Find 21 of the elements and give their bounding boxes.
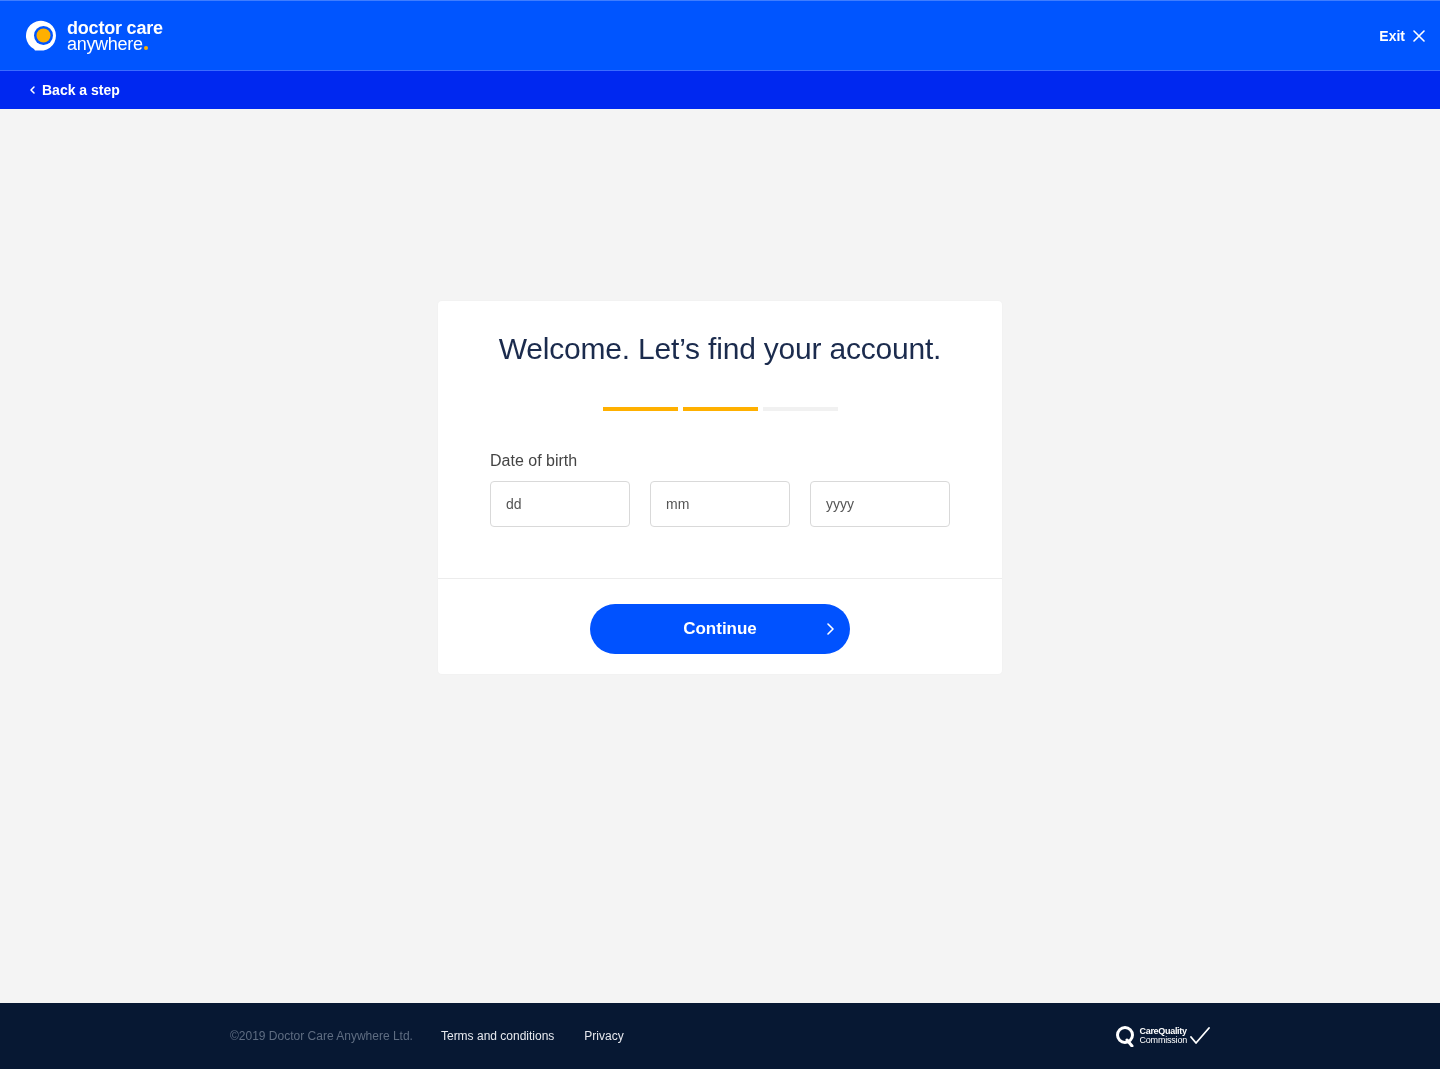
regulator-title: CareQuality	[1139, 1027, 1187, 1036]
logo-title: doctor care	[67, 19, 163, 36]
chevron-right-icon	[827, 623, 834, 635]
continue-button[interactable]: Continue	[590, 604, 850, 654]
copyright-text: ©2019 Doctor Care Anywhere Ltd.	[230, 1029, 413, 1043]
back-link[interactable]: Back a step	[30, 82, 120, 98]
check-icon	[1190, 1027, 1210, 1045]
dot-icon	[143, 45, 148, 50]
logo-subtitle: anywhere	[67, 35, 143, 52]
close-icon	[1413, 29, 1425, 42]
footer-link[interactable]: Terms and conditions	[440, 1029, 555, 1043]
chevron-left-icon	[30, 86, 35, 94]
field-label: Date of birth	[490, 451, 579, 471]
date-input-field[interactable]: mm	[650, 481, 790, 527]
date-input-field[interactable]: yyyy	[810, 481, 950, 527]
q-logo-icon	[1115, 1025, 1137, 1047]
card-title: Welcome. Let’s find your account.	[497, 331, 943, 367]
footer-link[interactable]: Privacy	[584, 1029, 624, 1043]
regulator-subtitle: Commission	[1139, 1036, 1187, 1045]
date-input-field[interactable]: dd	[490, 481, 630, 527]
exit-button[interactable]: Exit	[1379, 23, 1425, 48]
